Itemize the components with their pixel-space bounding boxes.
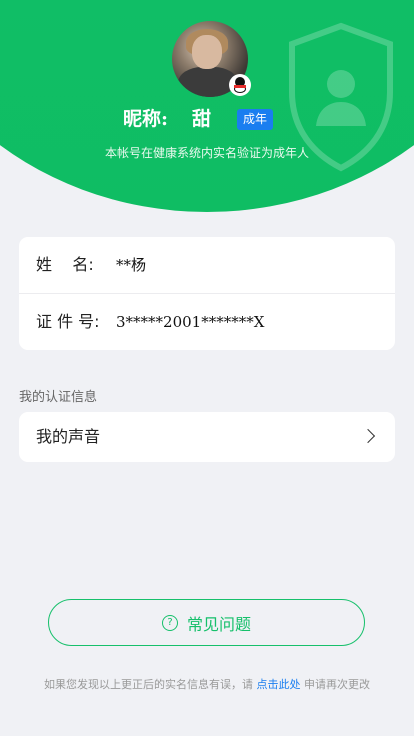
click-here-link[interactable]: 点击此处 — [257, 678, 301, 691]
faq-button[interactable]: ? 常见问题 — [48, 599, 365, 646]
identity-card: 姓 名: **杨 证 件 号: 3*****2001*******X — [19, 237, 395, 350]
nickname-label: 昵称: — [123, 108, 169, 130]
footer-suffix: 申请再次更改 — [300, 678, 370, 691]
faq-label: 常见问题 — [186, 614, 251, 634]
name-value: **杨 — [116, 256, 147, 274]
footer-prefix: 如果您发现以上更正后的实名信息有误，请 — [44, 678, 257, 691]
qq-penguin-icon — [229, 74, 251, 96]
nickname-value: 甜 — [192, 108, 212, 130]
id-value: 3*****2001*******X — [116, 313, 265, 331]
name-row: 姓 名: **杨 — [19, 237, 395, 293]
chevron-right-icon — [360, 428, 376, 444]
my-voice-item[interactable]: 我的声音 — [19, 412, 395, 462]
my-voice-label: 我的声音 — [36, 427, 101, 446]
footer-note: 如果您发现以上更正后的实名信息有误，请 点击此处 申请再次更改 — [0, 676, 414, 692]
question-circle-icon: ? — [161, 614, 178, 631]
adult-badge: 成年 — [237, 109, 273, 130]
certification-section-title: 我的认证信息 — [19, 390, 98, 405]
profile-header: 昵称: 甜 成年 本帐号在健康系统内实名验证为成年人 — [0, 0, 414, 215]
name-label: 姓 名: — [36, 255, 94, 274]
verify-note: 本帐号在健康系统内实名验证为成年人 — [104, 146, 309, 160]
id-row: 证 件 号: 3*****2001*******X — [19, 293, 395, 350]
id-label: 证 件 号: — [36, 312, 100, 331]
